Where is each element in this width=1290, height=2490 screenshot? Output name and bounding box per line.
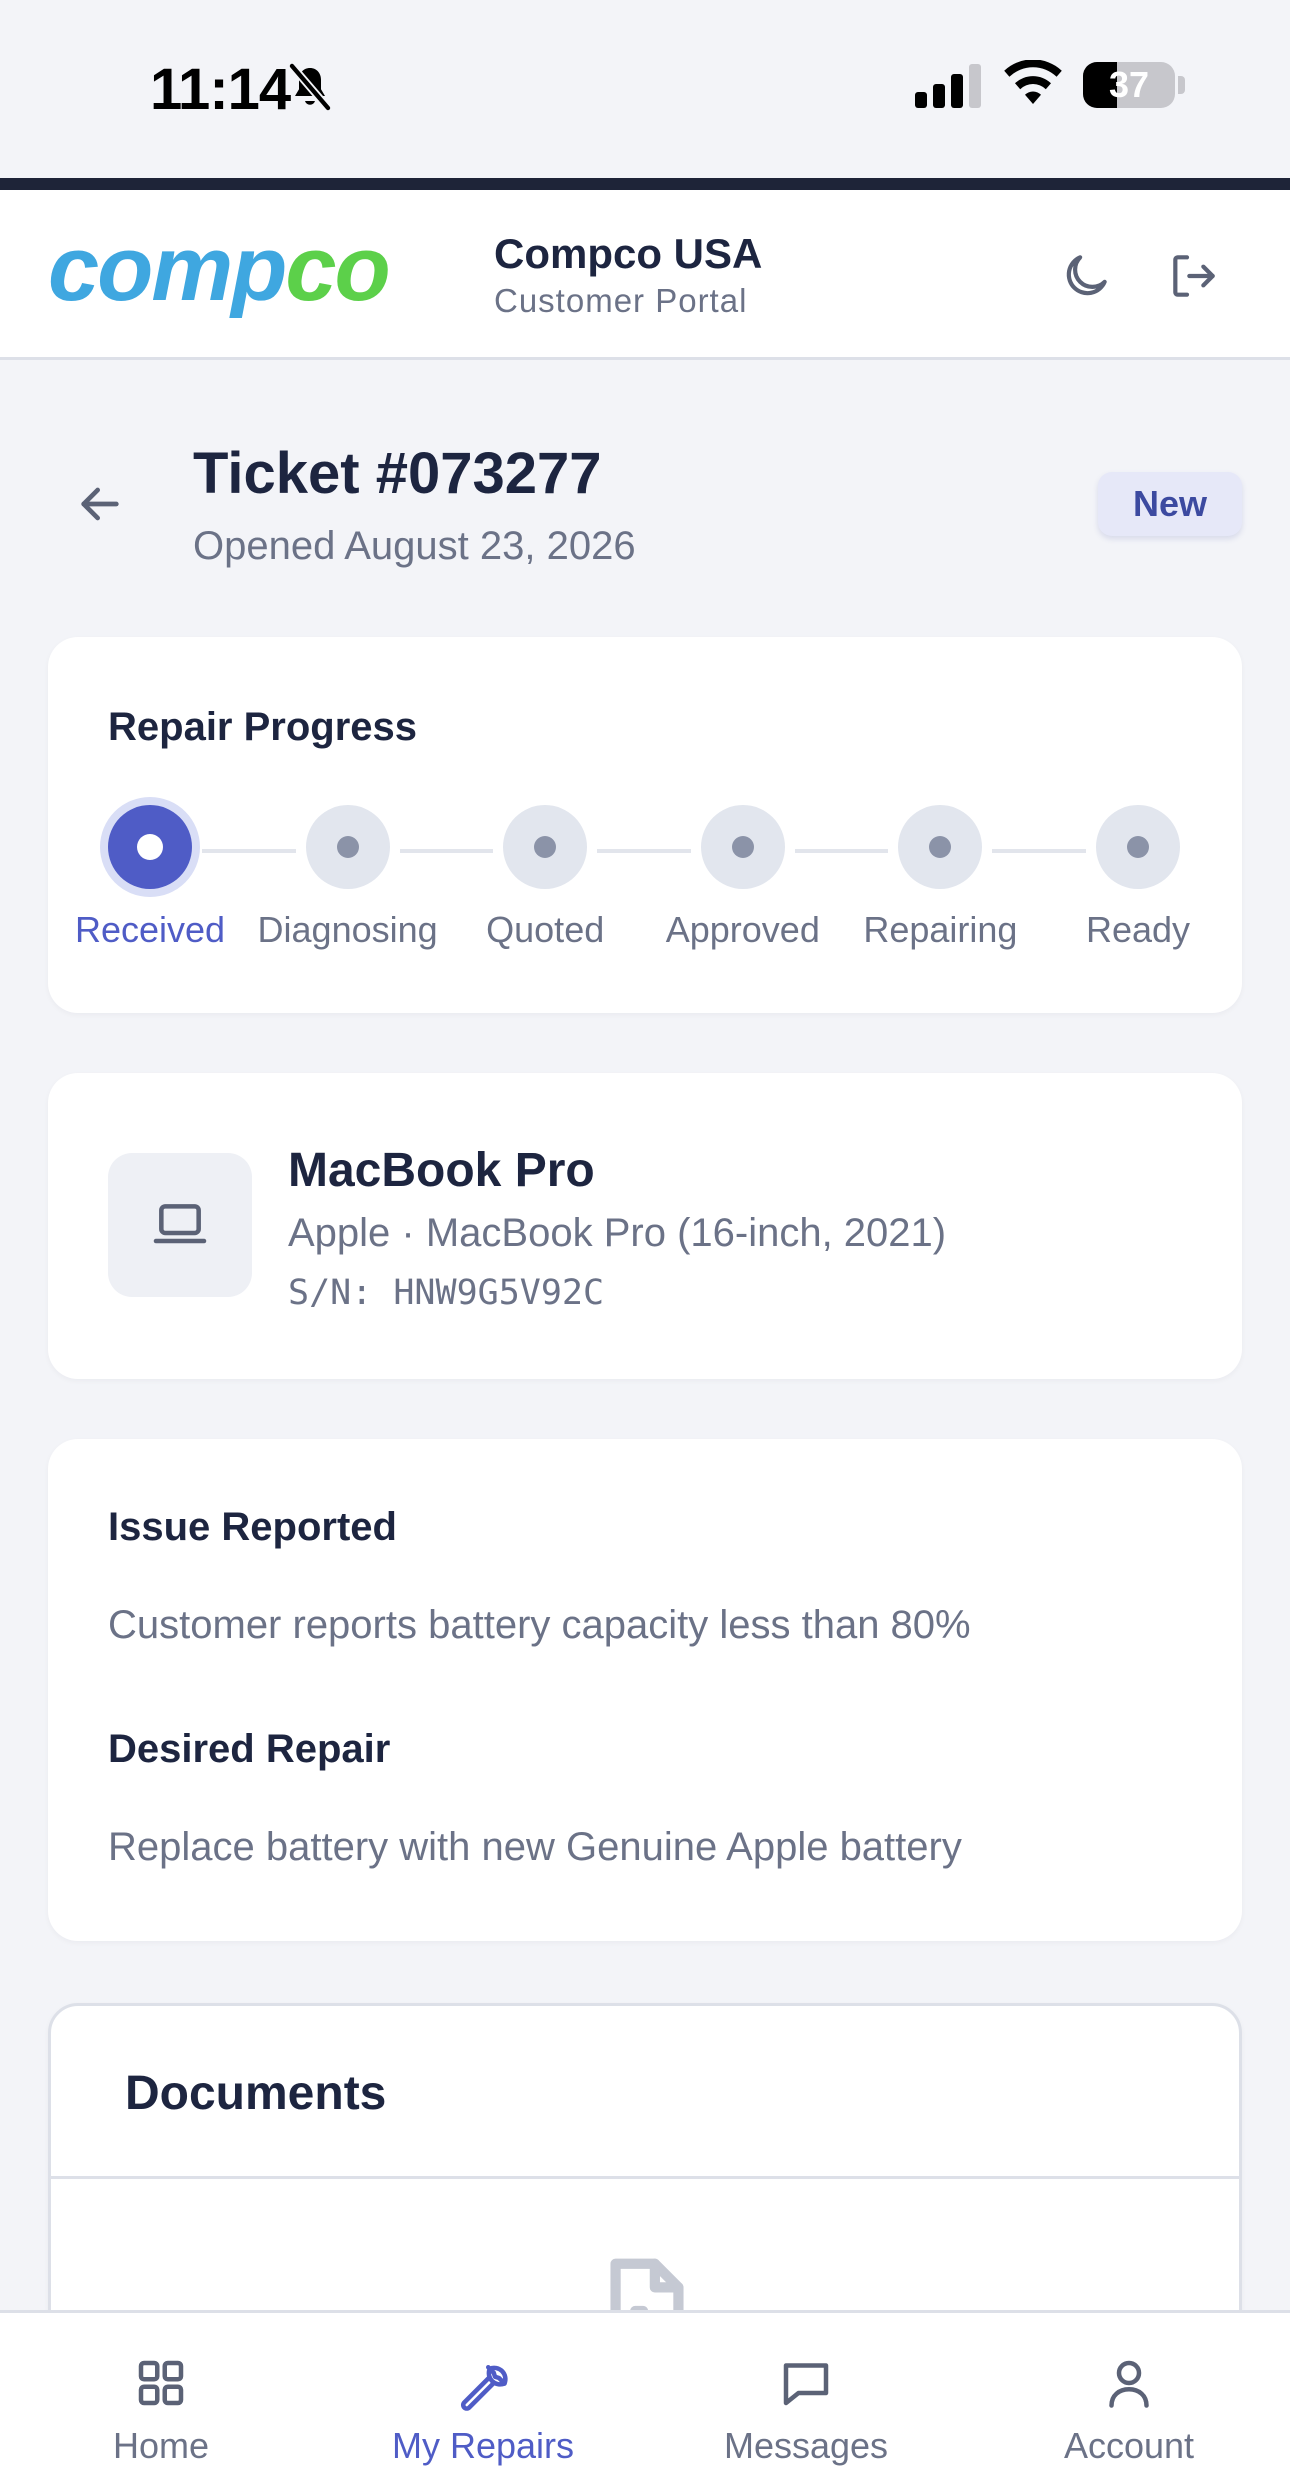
step-dot [700,805,785,889]
battery-cap [1178,76,1185,94]
battery-indicator: 37 [1083,62,1175,108]
documents-title: Documents [125,2067,387,2120]
cellular-signal-icon [915,64,981,108]
step-dot [503,805,588,889]
step-dot-center [1127,836,1149,858]
step-dot-center [731,836,754,858]
documents-divider [51,2176,1239,2179]
step-dot [108,805,192,889]
step-dot-center [534,836,557,858]
step-dot-center [929,836,952,858]
wrench-icon [461,2365,508,2411]
repair-progress-card: Repair Progress Received Diagnosing Quoted… [48,637,1242,1013]
step-dot [305,805,390,889]
step-dot [898,805,983,889]
status-badge: New [1098,472,1242,536]
step-connector [992,849,1086,853]
progress-heading: Repair Progress [108,705,418,749]
step-label: Ready [1085,909,1191,950]
desired-repair-text: Replace battery with new Genuine Apple b… [108,1825,962,1869]
status-bar: 11:14 37 [0,0,1290,178]
step-label: Approved [665,909,820,950]
nav-my-repairs[interactable]: My Repairs [322,2313,644,2490]
bell-muted-icon [288,63,332,111]
nav-home-label: Home [112,2425,210,2466]
device-serial: S/N: HNW9G5V92C [288,1273,605,1313]
step-connector [794,849,889,853]
brand-subtitle: Customer Portal [494,282,748,319]
battery-level: 37 [1108,64,1150,105]
status-time: 11:14 [150,57,291,122]
svg-text:compco: compco [48,238,389,318]
device-name: MacBook Pro [288,1144,595,1197]
wifi-icon [1004,60,1062,104]
grid-icon [138,2360,184,2406]
step-connector [399,849,494,853]
step-label: Repairing [863,909,1018,950]
device-icon-box [108,1153,252,1297]
nav-home[interactable]: Home [0,2313,322,2490]
issue-text: Customer reports battery capacity less t… [108,1603,971,1647]
moon-icon[interactable] [1058,248,1114,304]
step-dot [1096,805,1180,889]
nav-messages-label: Messages [723,2425,889,2466]
step-connector [202,849,296,853]
device-card: MacBook Pro Apple · MacBook Pro (16-inch… [48,1073,1242,1379]
device-model: Apple · MacBook Pro (16-inch, 2021) [288,1211,947,1255]
nav-account[interactable]: Account [968,2313,1290,2490]
nav-account-label: Account [1063,2425,1195,2466]
app-header: compco Compco USA Customer Portal [0,190,1290,360]
nav-messages[interactable]: Messages [645,2313,967,2490]
logout-icon[interactable] [1166,248,1222,304]
brand-title: Compco USA [494,230,763,277]
laptop-icon [153,1204,207,1244]
step-label: Quoted [486,909,605,950]
compco-logo[interactable]: compco [48,238,463,318]
step-dot-center [336,836,359,858]
back-arrow-icon[interactable] [72,476,128,532]
step-label: Diagnosing [257,909,438,950]
step-dot-center [137,834,163,860]
issue-heading: Issue Reported [108,1505,397,1549]
top-divider [0,178,1290,190]
desired-repair-heading: Desired Repair [108,1727,391,1771]
nav-my-repairs-label: My Repairs [391,2425,575,2466]
ticket-title: Ticket #073277 [193,441,602,506]
bottom-nav: Home My Repairs Messages Account [0,2310,1290,2490]
ticket-opened-date: Opened August 23, 2026 [193,524,636,568]
user-icon [1109,2360,1149,2408]
step-label: Received [74,909,226,950]
step-connector [597,849,691,853]
issue-card: Issue Reported Customer reports battery … [48,1439,1242,1941]
chat-icon [783,2363,829,2406]
